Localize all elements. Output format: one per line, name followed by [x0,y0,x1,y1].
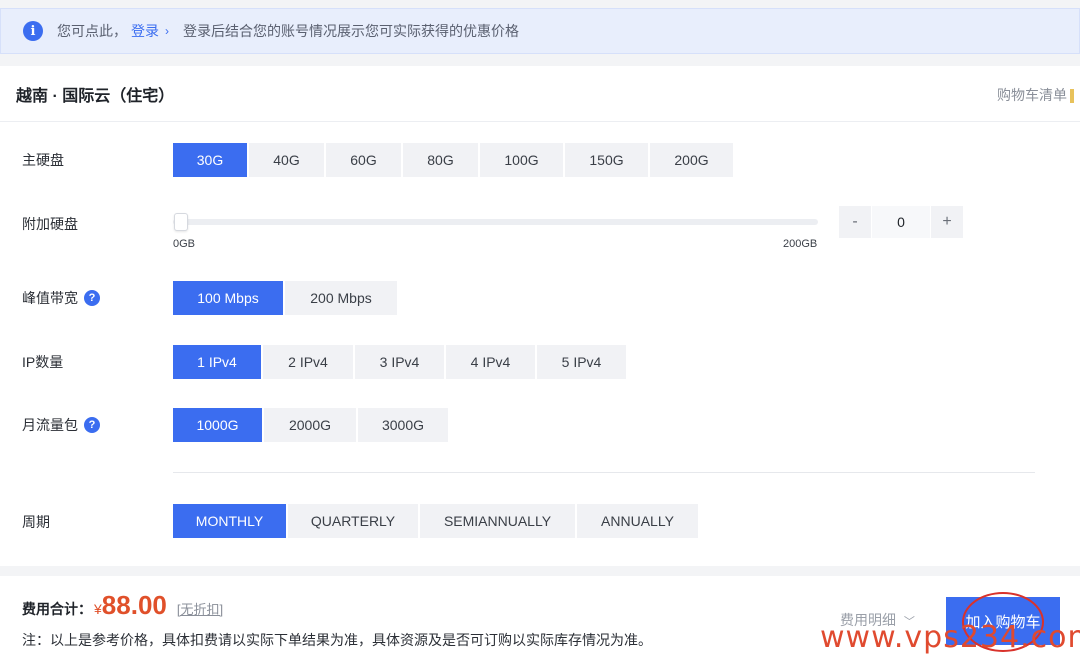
disk-option-80g[interactable]: 80G [403,143,478,177]
page-title: 越南 · 国际云（住宅） [16,87,175,105]
period-option-monthly[interactable]: MONTHLY [173,504,286,538]
ip-options: 1 IPv4 2 IPv4 3 IPv4 4 IPv4 5 IPv4 [173,345,628,379]
ip-option-1[interactable]: 1 IPv4 [173,345,261,379]
period-options: MONTHLY QUARTERLY SEMIANNUALLY ANNUALLY [173,504,700,538]
period-option-quarterly[interactable]: QUARTERLY [288,504,418,538]
bandwidth-label: 峰值带宽 ? [22,288,100,308]
disk-option-60g[interactable]: 60G [326,143,401,177]
order-summary-bar: 费用合计： ¥ 88.00 [无折扣] 注：以上是参考价格，具体扣费请以实际下单… [0,576,1080,659]
chevron-down-icon: ﹀ [903,616,915,628]
chevron-right-icon: › [165,24,169,38]
ip-option-2[interactable]: 2 IPv4 [263,345,353,379]
notice-message: 登录后结合您的账号情况展示您可实际获得的优惠价格 [183,23,519,39]
extra-disk-label: 附加硬盘 [22,216,78,232]
increment-button[interactable]: + [931,206,963,238]
extra-disk-value[interactable]: 0 [872,206,930,238]
total-price: 费用合计： ¥ 88.00 [无折扣] [22,590,223,621]
disk-option-30g[interactable]: 30G [173,143,247,177]
traffic-option-1000g[interactable]: 1000G [173,408,262,442]
bandwidth-option-100[interactable]: 100 Mbps [173,281,283,315]
bandwidth-option-200[interactable]: 200 Mbps [285,281,397,315]
disk-option-100g[interactable]: 100G [480,143,563,177]
period-label: 周期 [22,514,50,530]
traffic-label: 月流量包 ? [22,415,100,435]
ip-option-3[interactable]: 3 IPv4 [355,345,444,379]
total-label: 费用合计： [22,601,92,617]
help-icon[interactable]: ? [84,290,100,306]
fee-detail-label: 费用明细 [840,612,896,628]
extra-disk-stepper: - 0 + [839,206,963,238]
price-amount: 88.00 [101,590,167,620]
bandwidth-options: 100 Mbps 200 Mbps [173,281,399,315]
cart-list-label: 购物车清单 [997,87,1067,103]
decrement-button[interactable]: - [839,206,871,238]
slider-max-label: 200GB [783,238,818,250]
period-option-semiannually[interactable]: SEMIANNUALLY [420,504,575,538]
ip-option-5[interactable]: 5 IPv4 [537,345,626,379]
help-icon[interactable]: ? [84,417,100,433]
ip-label: IP数量 [22,354,64,370]
disk-option-200g[interactable]: 200G [650,143,733,177]
notice-prefix: 您可点此， [57,23,127,39]
price-note: 注：以上是参考价格，具体扣费请以实际下单结果为准，具体资源及是否可订购以实际库存… [22,632,652,648]
no-discount-tag: [无折扣] [176,602,224,617]
fee-detail-toggle[interactable]: 费用明细 ﹀ [840,610,915,630]
login-link[interactable]: 登录 [131,21,159,41]
section-divider [173,472,1035,473]
add-to-cart-button[interactable]: 加入购物车 [946,597,1060,645]
disk-options: 30G 40G 60G 80G 100G 150G 200G [173,143,735,177]
slider-min-label: 0GB [173,238,196,250]
cart-list-marker [1070,89,1074,104]
disk-label: 主硬盘 [22,152,64,168]
currency-symbol: ¥ [94,601,102,617]
disk-option-150g[interactable]: 150G [565,143,648,177]
traffic-option-3000g[interactable]: 3000G [358,408,448,442]
traffic-options: 1000G 2000G 3000G [173,408,450,442]
cart-list-link[interactable]: 购物车清单 [997,85,1074,105]
login-notice-bar: i 您可点此， 登录 › 登录后结合您的账号情况展示您可实际获得的优惠价格 [0,8,1080,54]
period-option-annually[interactable]: ANNUALLY [577,504,698,538]
traffic-option-2000g[interactable]: 2000G [264,408,356,442]
info-icon: i [23,21,43,41]
panel-header: 越南 · 国际云（住宅） [0,66,1080,122]
ip-option-4[interactable]: 4 IPv4 [446,345,535,379]
config-panel: 越南 · 国际云（住宅） 购物车清单 [0,66,1080,566]
disk-option-40g[interactable]: 40G [249,143,324,177]
extra-disk-slider-track[interactable] [173,219,818,225]
extra-disk-slider-handle[interactable] [174,213,188,231]
